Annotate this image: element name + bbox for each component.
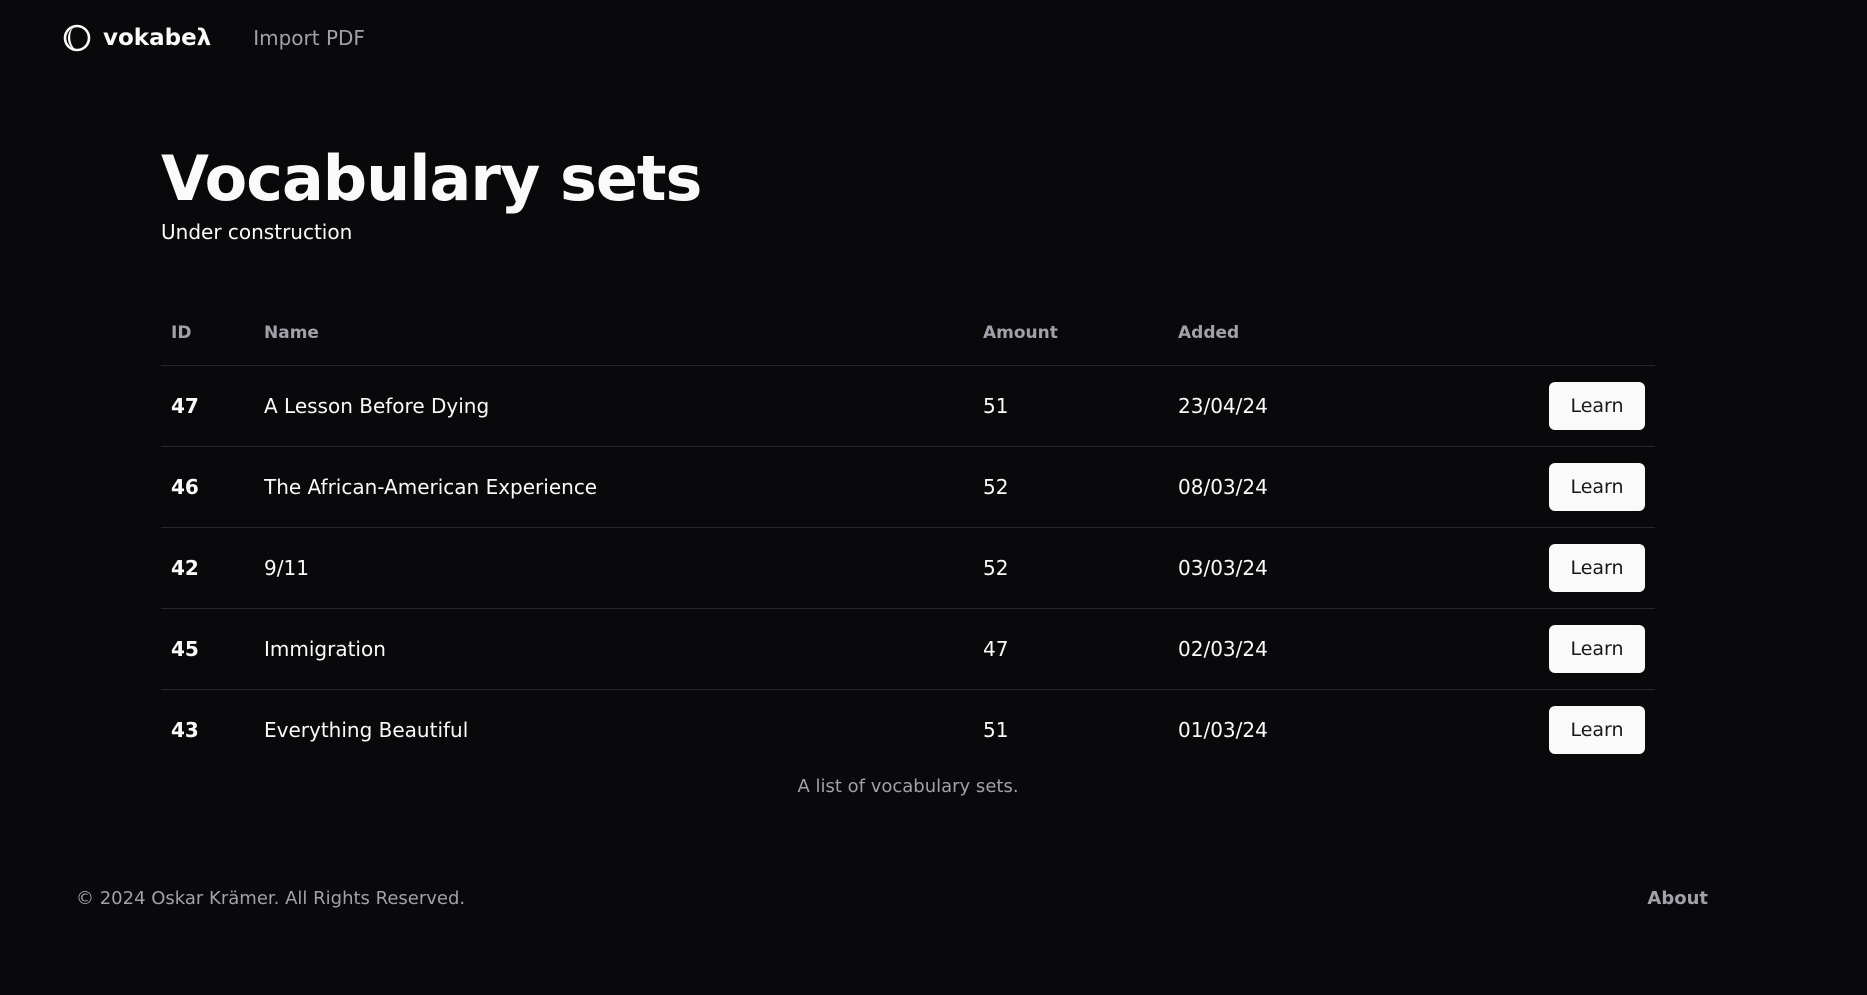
set-name: Immigration: [254, 608, 973, 690]
set-action-cell: Learn: [1468, 446, 1655, 528]
set-id: 42: [161, 527, 254, 609]
set-amount: 47: [973, 608, 1168, 690]
column-header-added: Added: [1168, 301, 1468, 366]
nav-import-pdf[interactable]: Import PDF: [253, 26, 365, 50]
circle-logo-icon: [62, 23, 92, 53]
set-action-cell: Learn: [1468, 527, 1655, 609]
set-amount: 52: [973, 446, 1168, 528]
about-link[interactable]: About: [1647, 888, 1708, 909]
set-action-cell: Learn: [1468, 365, 1655, 447]
set-amount: 52: [973, 527, 1168, 609]
set-name: 9/11: [254, 527, 973, 609]
page-footer: © 2024 Oskar Krämer. All Rights Reserved…: [76, 888, 1708, 916]
set-action-cell: Learn: [1468, 608, 1655, 690]
set-id: 43: [171, 717, 199, 742]
table-row: 45 Immigration 47 02/03/24 Learn: [161, 608, 1655, 690]
learn-button[interactable]: Learn: [1549, 624, 1645, 673]
learn-button[interactable]: Learn: [1549, 543, 1645, 592]
learn-button[interactable]: Learn: [1549, 462, 1645, 511]
set-name: A Lesson Before Dying: [254, 365, 973, 447]
page-title: Vocabulary sets: [161, 142, 702, 215]
set-id: 47: [161, 365, 254, 447]
page-subtitle: Under construction: [161, 220, 353, 244]
set-added-date: 02/03/24: [1168, 608, 1468, 690]
learn-button[interactable]: Learn: [1549, 705, 1645, 754]
learn-button[interactable]: Learn: [1549, 381, 1645, 430]
table-row: 43 Everything Beautiful 51 01/03/24 Lear…: [161, 689, 1655, 770]
column-header-amount: Amount: [973, 301, 1168, 366]
main-content: Vocabulary sets Under construction ID Na…: [161, 140, 1655, 797]
column-header-action: [1468, 301, 1655, 366]
set-added-date: 08/03/24: [1168, 446, 1468, 528]
vocabulary-sets-table: ID Name Amount Added 47 A Lesson Before …: [161, 301, 1655, 770]
set-added-date: 01/03/24: [1178, 717, 1268, 742]
table-caption: A list of vocabulary sets.: [797, 776, 1019, 797]
table-row: 47 A Lesson Before Dying 51 23/04/24 Lea…: [161, 365, 1655, 447]
set-added-date: 23/04/24: [1168, 365, 1468, 447]
set-id: 45: [161, 608, 254, 690]
table-row: 46 The African-American Experience 52 08…: [161, 446, 1655, 528]
column-header-id: ID: [161, 301, 254, 366]
set-added-date: 03/03/24: [1168, 527, 1468, 609]
top-navigation: vokabeλ Import PDF: [62, 20, 365, 56]
set-name: The African-American Experience: [254, 446, 973, 528]
copyright-text: © 2024 Oskar Krämer. All Rights Reserved…: [76, 888, 466, 909]
column-header-name: Name: [254, 301, 973, 366]
set-name: Everything Beautiful: [264, 717, 469, 742]
set-amount: 51: [983, 717, 1009, 742]
set-action-cell: Learn: [1468, 689, 1655, 770]
brand-name: vokabeλ: [103, 25, 212, 51]
set-amount: 51: [973, 365, 1168, 447]
set-id: 46: [161, 446, 254, 528]
home-logo-link[interactable]: vokabeλ: [62, 23, 211, 53]
table-row: 42 9/11 52 03/03/24 Learn: [161, 527, 1655, 609]
table-header-row: ID Name Amount Added: [161, 301, 1655, 366]
